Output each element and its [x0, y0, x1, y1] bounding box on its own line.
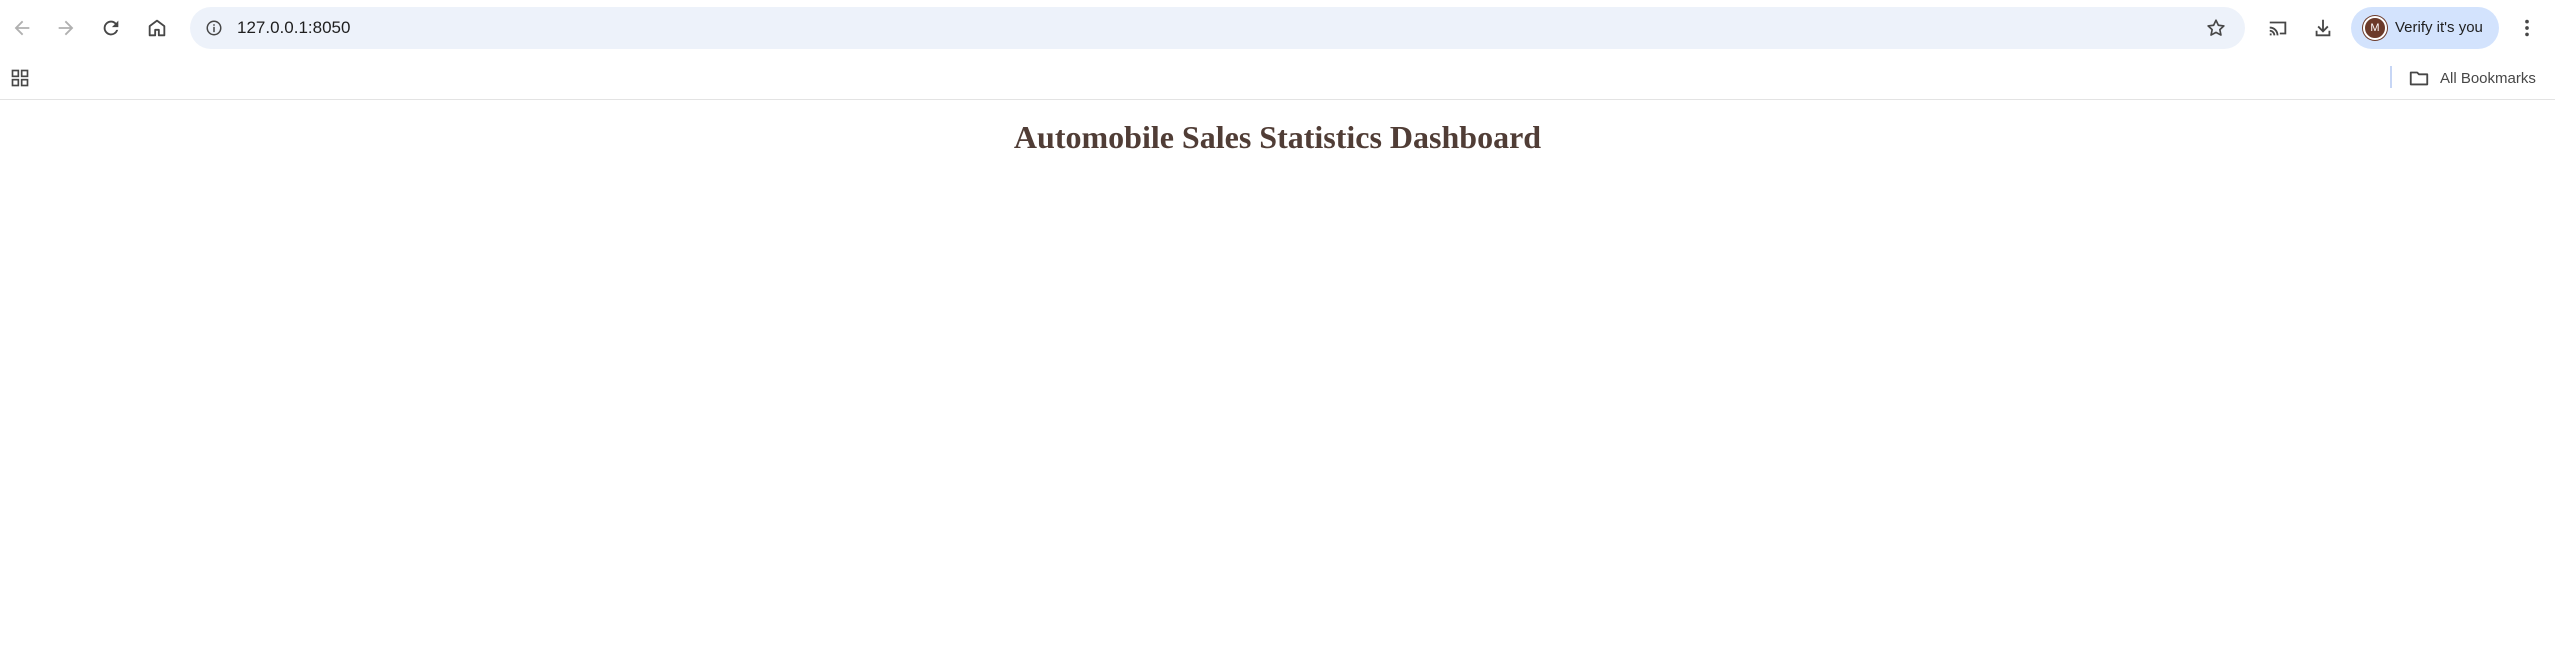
- address-bar[interactable]: 127.0.0.1:8050: [190, 7, 2245, 49]
- all-bookmarks-button[interactable]: All Bookmarks: [2408, 64, 2536, 92]
- info-icon: [206, 20, 222, 36]
- bookmarks-bar: All Bookmarks: [0, 56, 2555, 100]
- back-button[interactable]: [4, 10, 40, 46]
- browser-toolbar: 127.0.0.1:8050 M Verify it's you: [0, 0, 2555, 56]
- browser-menu-button[interactable]: [2509, 10, 2545, 46]
- arrow-right-icon: [58, 20, 74, 36]
- arrow-left-icon: [14, 20, 30, 36]
- page-title: Automobile Sales Statistics Dashboard: [1013, 119, 1542, 155]
- home-button[interactable]: [139, 10, 175, 46]
- profile-chip-label: Verify it's you: [2395, 19, 2483, 36]
- avatar: M: [2363, 16, 2387, 40]
- downloads-button[interactable]: [2305, 10, 2341, 46]
- download-icon: [2315, 19, 2331, 37]
- apps-button[interactable]: [4, 62, 36, 94]
- url-text[interactable]: 127.0.0.1:8050: [237, 17, 350, 39]
- star-icon: [2207, 19, 2225, 36]
- cast-icon: [2269, 21, 2287, 36]
- site-info-button[interactable]: [198, 12, 230, 44]
- forward-button[interactable]: [48, 10, 84, 46]
- bookmarks-divider: [2390, 66, 2392, 88]
- cast-button[interactable]: [2260, 10, 2296, 46]
- reload-button[interactable]: [93, 10, 129, 46]
- apps-grid-icon: [11, 69, 29, 87]
- more-vertical-icon: [2525, 19, 2529, 37]
- all-bookmarks-label: All Bookmarks: [2440, 69, 2536, 87]
- bookmark-star-button[interactable]: [2200, 12, 2232, 44]
- page-content: Automobile Sales Statistics Dashboard: [0, 101, 2555, 652]
- reload-icon: [103, 20, 119, 36]
- home-icon: [148, 19, 166, 37]
- profile-chip[interactable]: M Verify it's you: [2351, 7, 2499, 49]
- folder-icon: [2409, 71, 2429, 86]
